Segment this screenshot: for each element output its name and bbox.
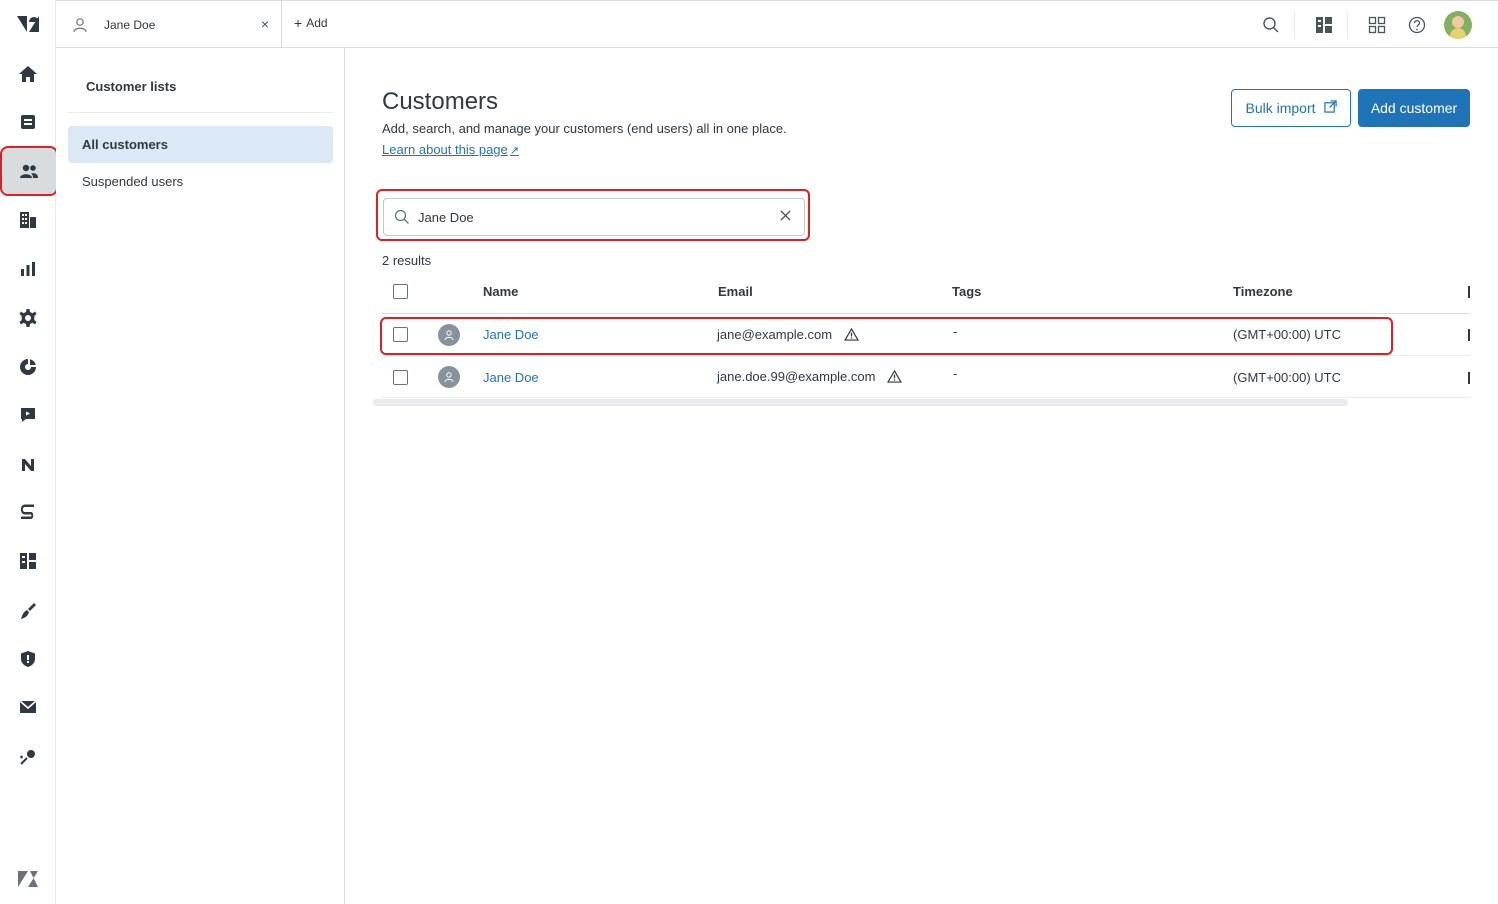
bulk-import-label: Bulk import bbox=[1245, 100, 1316, 116]
table-row[interactable]: Jane Doe jane.doe.99@example.com - (GMT+… bbox=[382, 356, 1470, 398]
learn-about-page-link[interactable]: Learn about this page ↗ bbox=[382, 142, 519, 157]
customer-lists-sidebar: Customer lists All customers Suspended u… bbox=[56, 48, 345, 904]
page-subtitle: Add, search, and manage your customers (… bbox=[382, 121, 787, 136]
divider bbox=[68, 112, 333, 113]
column-header-email[interactable]: Email bbox=[718, 284, 753, 299]
column-header-timezone[interactable]: Timezone bbox=[1233, 284, 1293, 299]
sidebar-item-all-customers[interactable]: All customers bbox=[68, 126, 333, 163]
zendesk-product-icon[interactable] bbox=[4, 857, 52, 901]
plus-icon: + bbox=[294, 15, 303, 31]
explore-icon[interactable] bbox=[4, 345, 52, 389]
views-icon[interactable] bbox=[4, 100, 52, 144]
chat-icon[interactable] bbox=[4, 393, 52, 437]
row-highlight bbox=[380, 317, 1393, 355]
search-icon bbox=[394, 209, 409, 224]
column-edge bbox=[1468, 372, 1470, 384]
admin-gear-icon[interactable] bbox=[4, 296, 52, 340]
customer-tags: - bbox=[953, 366, 958, 381]
n-app-icon[interactable] bbox=[4, 443, 52, 487]
main-content: Customers Add, search, and manage your c… bbox=[345, 48, 1498, 904]
shield-icon[interactable] bbox=[4, 637, 52, 681]
customer-timezone: (GMT+00:00) UTC bbox=[1233, 370, 1341, 385]
learn-link-label: Learn about this page bbox=[382, 142, 508, 157]
tab-jane-doe[interactable]: Jane Doe × bbox=[56, 1, 282, 48]
select-all-checkbox[interactable] bbox=[393, 284, 408, 299]
top-icons bbox=[1242, 10, 1472, 40]
add-customer-button[interactable]: Add customer bbox=[1358, 89, 1470, 127]
top-bar: Jane Doe × + Add bbox=[56, 0, 1498, 48]
apps-icon[interactable] bbox=[4, 539, 52, 583]
product-nav-rail bbox=[0, 0, 58, 904]
home-icon[interactable] bbox=[4, 52, 52, 96]
add-tab-label: Add bbox=[306, 16, 328, 30]
organizations-icon[interactable] bbox=[4, 198, 52, 242]
user-avatar-icon bbox=[438, 366, 460, 388]
divider bbox=[1294, 11, 1295, 39]
search-input[interactable]: Jane Doe bbox=[383, 198, 805, 236]
email-text: jane.doe.99@example.com bbox=[717, 369, 876, 384]
user-avatar[interactable] bbox=[1444, 11, 1472, 39]
clear-search-icon[interactable] bbox=[779, 209, 792, 226]
help-icon[interactable] bbox=[1406, 14, 1428, 36]
tab-label: Jane Doe bbox=[104, 17, 156, 32]
sidebar-title: Customer lists bbox=[86, 79, 177, 94]
search-highlight: Jane Doe bbox=[376, 189, 810, 241]
column-edge bbox=[1468, 286, 1470, 298]
customer-email: jane.doe.99@example.com bbox=[717, 369, 903, 384]
close-tab-icon[interactable]: × bbox=[261, 16, 269, 32]
reporting-icon[interactable] bbox=[4, 247, 52, 291]
page-title: Customers bbox=[382, 88, 499, 115]
zendesk-logo[interactable] bbox=[14, 12, 42, 36]
product-tray-icon[interactable] bbox=[1366, 14, 1388, 36]
apps-marketplace-icon[interactable] bbox=[1313, 14, 1335, 36]
column-header-tags[interactable]: Tags bbox=[952, 284, 981, 299]
external-link-icon: ↗ bbox=[509, 145, 519, 157]
customer-name-link[interactable]: Jane Doe bbox=[483, 370, 539, 385]
external-link-icon bbox=[1323, 100, 1337, 116]
row-checkbox[interactable] bbox=[393, 370, 408, 385]
sparkle-icon[interactable] bbox=[4, 735, 52, 779]
s-app-icon[interactable] bbox=[4, 491, 52, 535]
mail-icon[interactable] bbox=[4, 685, 52, 729]
customers-icon[interactable] bbox=[0, 146, 58, 196]
broom-icon[interactable] bbox=[4, 589, 52, 633]
add-tab-button[interactable]: + Add bbox=[294, 15, 328, 31]
bulk-import-button[interactable]: Bulk import bbox=[1231, 89, 1351, 127]
table-header: Name Email Tags Timezone bbox=[382, 276, 1470, 314]
horizontal-scrollbar[interactable] bbox=[373, 399, 1348, 406]
divider bbox=[1347, 11, 1348, 39]
results-count: 2 results bbox=[382, 253, 432, 268]
warning-icon bbox=[887, 370, 903, 383]
search-value: Jane Doe bbox=[418, 209, 474, 225]
column-edge bbox=[1468, 329, 1470, 341]
column-header-name[interactable]: Name bbox=[483, 284, 518, 299]
sidebar-item-suspended-users[interactable]: Suspended users bbox=[68, 163, 333, 200]
user-icon bbox=[73, 17, 87, 32]
search-icon[interactable] bbox=[1260, 14, 1282, 36]
